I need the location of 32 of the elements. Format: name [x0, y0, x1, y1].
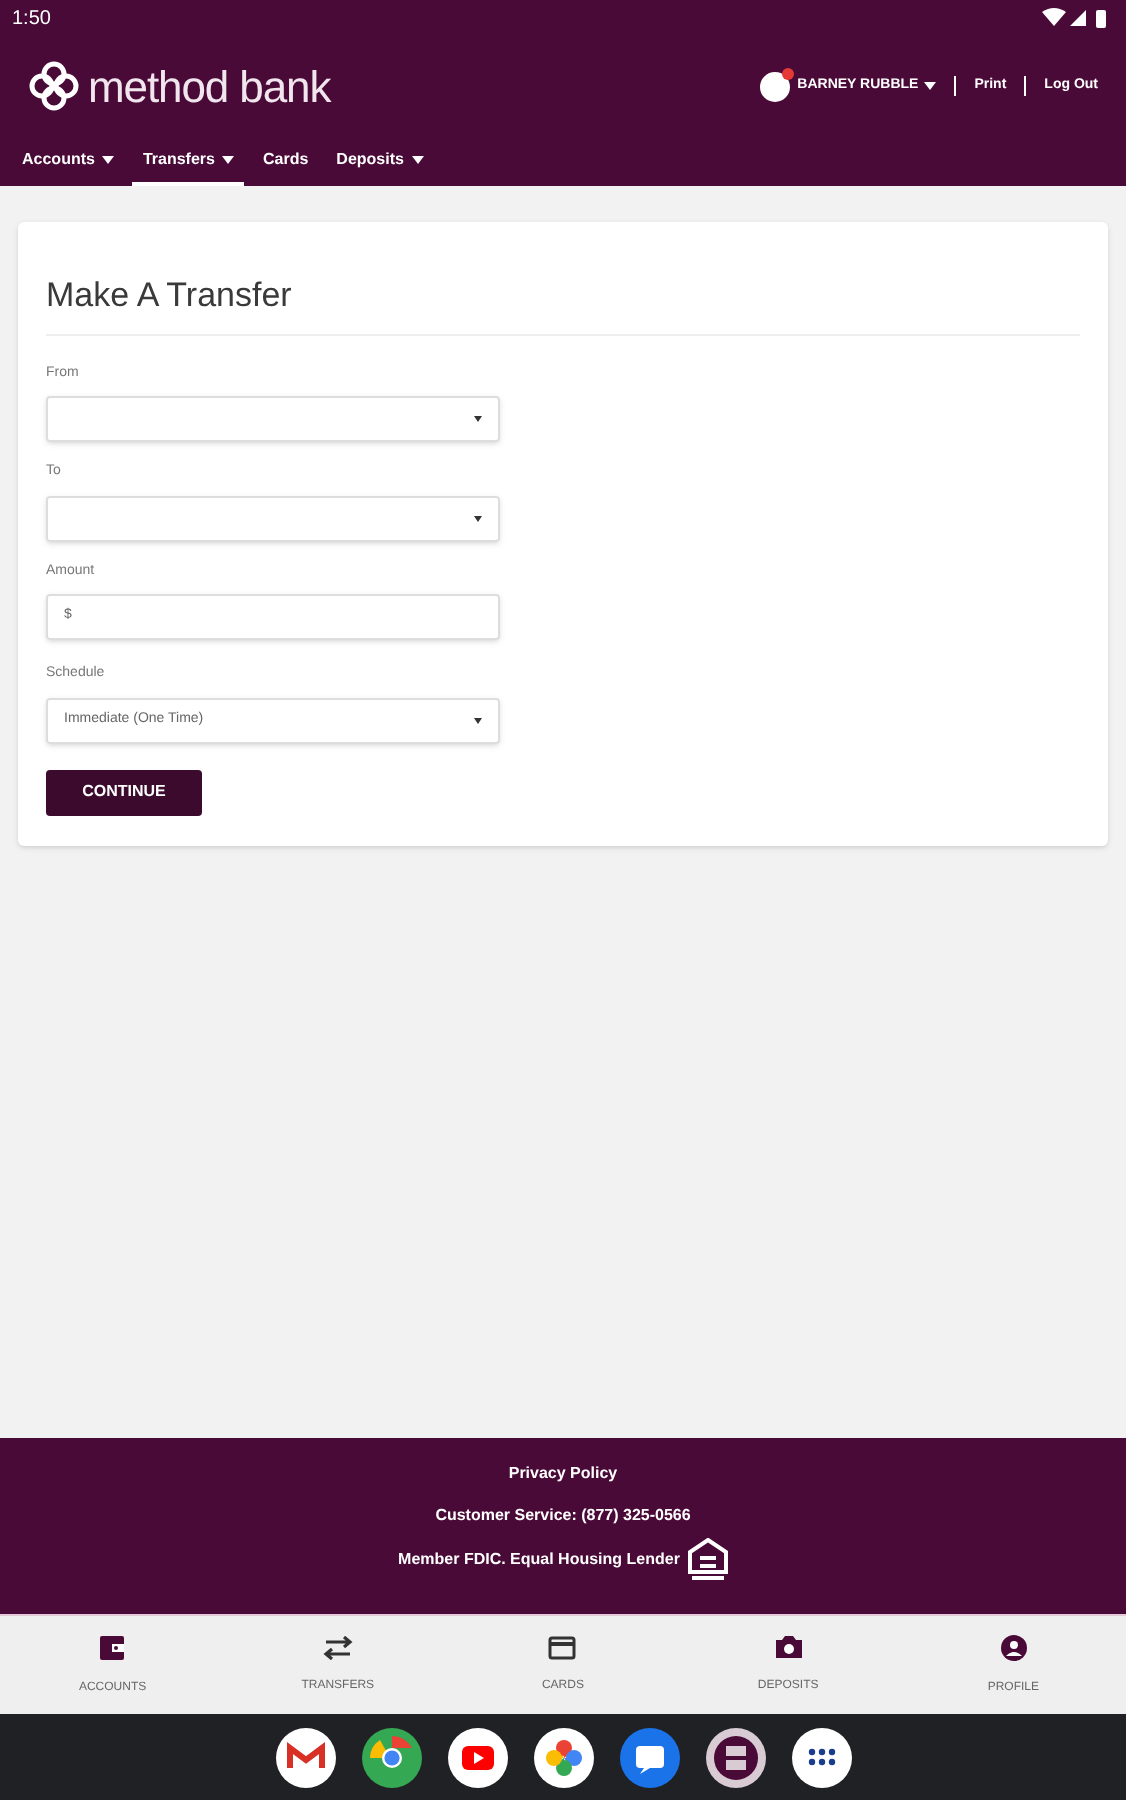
logo-icon — [28, 60, 80, 112]
browser-app-icon[interactable] — [361, 1727, 421, 1787]
caret-icon — [474, 717, 482, 723]
logo-text: method bank — [88, 59, 331, 115]
camera-icon — [773, 1634, 804, 1660]
video-app-icon[interactable] — [447, 1727, 507, 1787]
customer-service-text: Customer Service: (877) 325-0566 — [435, 1504, 691, 1528]
caret-icon — [924, 82, 937, 90]
privacy-policy-link[interactable]: Privacy Policy — [508, 1462, 618, 1486]
nav-tab[interactable]: Accounts — [12, 136, 125, 186]
form-title: Make A Transfer — [46, 270, 1080, 335]
nav-tab[interactable]: Deposits — [326, 136, 434, 186]
avatar-icon — [759, 71, 790, 101]
person-icon — [999, 1633, 1028, 1661]
fdic-text: Member FDIC. Equal Housing Lender — [398, 1548, 680, 1572]
equal-housing-icon — [687, 1538, 728, 1582]
nav-tab[interactable]: Transfers — [132, 136, 245, 186]
caret-icon — [474, 416, 482, 422]
app-drawer-icon[interactable] — [791, 1727, 851, 1787]
mail-app-icon[interactable] — [275, 1727, 335, 1787]
bank-app-icon[interactable] — [705, 1727, 765, 1787]
select-field[interactable] — [46, 396, 500, 442]
wallet-icon — [98, 1633, 127, 1661]
select-field[interactable] — [46, 495, 500, 541]
caret-icon — [474, 515, 482, 521]
continue-button[interactable]: CONTINUE — [46, 769, 202, 815]
status-time: 1:50 — [12, 5, 51, 33]
pinwheel-app-icon[interactable] — [533, 1727, 593, 1787]
card-icon — [548, 1635, 577, 1659]
messages-app-icon[interactable] — [619, 1727, 679, 1787]
nav-tab[interactable]: Cards — [252, 136, 319, 186]
swap-icon — [321, 1635, 354, 1659]
